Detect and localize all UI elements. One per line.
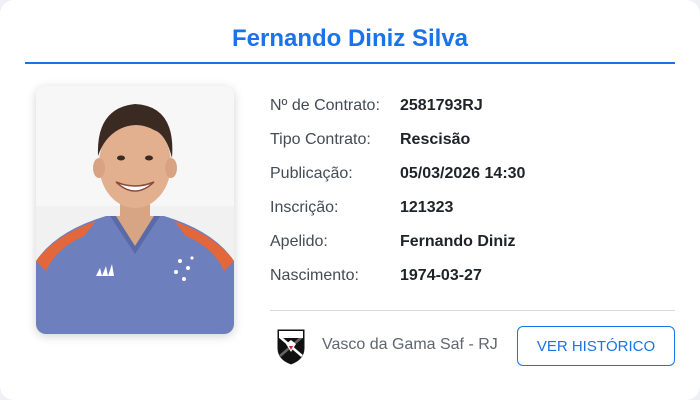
contract-details: Nº de Contrato: 2581793RJ Tipo Contrato:… bbox=[270, 89, 675, 293]
athlete-name-title: Fernando Diniz Silva bbox=[231, 25, 469, 52]
detail-value: 2581793RJ bbox=[400, 97, 483, 114]
vasco-crest-icon bbox=[276, 328, 306, 366]
club-name: Vasco da Gama Saf - RJ bbox=[322, 336, 498, 353]
view-history-button[interactable]: VER HISTÓRICO bbox=[517, 326, 675, 366]
detail-label: Nascimento: bbox=[270, 267, 359, 284]
footer-divider bbox=[270, 310, 675, 311]
detail-label: Publicação: bbox=[270, 165, 353, 182]
detail-row-contract-number: Nº de Contrato: 2581793RJ bbox=[270, 89, 675, 123]
title-divider bbox=[25, 62, 675, 64]
detail-label: Nº de Contrato: bbox=[270, 97, 380, 114]
detail-row-registration: Inscrição: 121323 bbox=[270, 191, 675, 225]
athlete-photo bbox=[36, 86, 234, 334]
detail-row-publication: Publicação: 05/03/2026 14:30 bbox=[270, 157, 675, 191]
detail-row-contract-type: Tipo Contrato: Rescisão bbox=[270, 123, 675, 157]
detail-label: Tipo Contrato: bbox=[270, 131, 371, 148]
detail-label: Apelido: bbox=[270, 233, 328, 250]
detail-value: Fernando Diniz bbox=[400, 233, 516, 250]
detail-row-birth: Nascimento: 1974-03-27 bbox=[270, 259, 675, 293]
detail-label: Inscrição: bbox=[270, 199, 339, 216]
detail-value: 1974-03-27 bbox=[400, 267, 482, 284]
detail-value: 121323 bbox=[400, 199, 454, 216]
detail-row-nickname: Apelido: Fernando Diniz bbox=[270, 225, 675, 259]
detail-value: 05/03/2026 14:30 bbox=[400, 165, 526, 182]
player-photo bbox=[36, 86, 234, 334]
detail-value: Rescisão bbox=[400, 131, 471, 148]
athlete-card: Fernando Diniz Silva Nº de Contrato: 258… bbox=[0, 0, 700, 400]
